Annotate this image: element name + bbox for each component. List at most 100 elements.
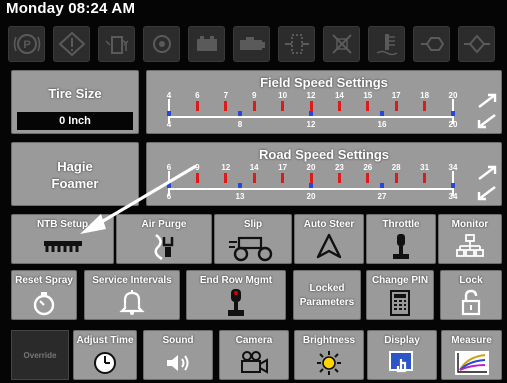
product-button[interactable]: Hagie Foamer — [11, 142, 139, 206]
speed-tick-blue — [309, 111, 313, 116]
speed-tick-blue — [309, 183, 313, 188]
speed-tick-red — [224, 101, 228, 111]
speed-bottom-label: 13 — [235, 192, 245, 201]
speed-tick-red — [366, 101, 370, 111]
end-row-mgmt-button[interactable]: End Row Mgmt — [186, 270, 286, 320]
video-camera-icon — [241, 351, 268, 374]
change-pin-button[interactable]: Change PIN — [366, 270, 434, 320]
touchscreen-icon — [389, 351, 413, 373]
speed-tick-red — [423, 173, 427, 183]
adjust-time-label: Adjust Time — [76, 335, 134, 346]
throttle-lever-icon — [393, 234, 409, 259]
display-label: Display — [384, 335, 420, 346]
transmission-icon — [413, 26, 450, 62]
speed-tick-red — [252, 173, 256, 183]
reset-spray-button[interactable]: Reset Spray — [11, 270, 77, 320]
auto-steer-icon — [316, 233, 342, 259]
speed-top-label: 4 — [166, 91, 172, 100]
tire-size-button[interactable]: Tire Size 0 Inch — [11, 70, 139, 134]
speed-top-label: 6 — [195, 91, 200, 100]
service-intervals-label: Service Intervals — [92, 275, 172, 286]
slip-button[interactable]: Slip — [214, 214, 292, 264]
auto-steer-button[interactable]: Auto Steer — [294, 214, 364, 264]
speed-tick-red — [366, 173, 370, 183]
speed-top-label: 15 — [363, 91, 373, 100]
locked-parameters-line1: Locked — [309, 283, 345, 294]
warning-icon — [53, 26, 90, 62]
speed-tick-red — [337, 173, 341, 183]
graph-icon — [454, 351, 489, 375]
speed-tick-blue — [238, 183, 242, 188]
speed-bottom-label: 4 — [166, 120, 172, 129]
field-speed-scale[interactable]: 4 6 7 9 10 12 14 15 17 18 20 4 8 12 16 20 — [147, 71, 503, 135]
field-speed-settings-panel[interactable]: Field Speed Settings 4 6 7 9 10 12 14 15 17 18 20 4… — [146, 70, 502, 134]
speed-tick-red — [309, 173, 313, 183]
brightness-button[interactable]: Brightness — [294, 330, 364, 380]
speed-bottom-label: 6 — [166, 192, 172, 201]
speed-top-label: 20 — [306, 163, 316, 172]
display-button[interactable]: Display — [367, 330, 437, 380]
speed-bottom-label: 16 — [377, 120, 387, 129]
sun-icon — [317, 351, 341, 375]
road-speed-settings-panel[interactable]: Road Speed Settings 6 9 12 14 17 20 23 26 28 31 34… — [146, 142, 502, 206]
speed-tick-red — [394, 101, 398, 111]
hydraulic-filter-icon — [278, 26, 315, 62]
camera-button[interactable]: Camera — [219, 330, 289, 380]
ntb-setup-button[interactable]: NTB Setup — [11, 214, 114, 264]
speed-top-label: 14 — [249, 163, 259, 172]
tire-size-value: 0 Inch — [17, 112, 133, 130]
boom-nozzle-icon — [43, 241, 82, 252]
speed-top-label: 10 — [278, 91, 288, 100]
alarm-indicator-row: P — [8, 26, 500, 62]
tire-size-label: Tire Size — [48, 86, 102, 101]
air-purge-icon — [154, 234, 174, 261]
speed-tick-blue — [167, 111, 171, 116]
coolant-temp-icon — [368, 26, 405, 62]
speed-top-label: 7 — [223, 91, 229, 100]
override-button[interactable]: Override — [11, 330, 69, 380]
speed-bottom-label: 20 — [306, 192, 316, 201]
parking-brake-icon: P — [8, 26, 45, 62]
speed-top-label: 17 — [278, 163, 288, 172]
service-intervals-button[interactable]: Service Intervals — [84, 270, 180, 320]
locked-parameters-line2: Parameters — [299, 297, 355, 308]
speed-top-label: 12 — [306, 91, 316, 100]
speed-top-label: 12 — [221, 163, 231, 172]
speed-top-label: 6 — [166, 163, 172, 172]
joystick-icon — [228, 289, 244, 316]
padlock-open-icon — [461, 289, 481, 316]
road-speed-scale[interactable]: 6 9 12 14 17 20 23 26 28 31 34 6 13 20 27 34 — [147, 143, 503, 207]
product-name-line1: Hagie — [57, 159, 93, 174]
sound-button[interactable]: Sound — [143, 330, 213, 380]
speed-tick-blue — [451, 111, 455, 116]
slip-label: Slip — [243, 219, 263, 230]
monitor-button[interactable]: Monitor — [438, 214, 502, 264]
network-icon — [456, 234, 484, 257]
end-row-mgmt-label: End Row Mgmt — [199, 275, 273, 286]
stopwatch-icon — [33, 292, 55, 316]
speed-top-label: 34 — [448, 163, 458, 172]
speed-tick-red — [309, 101, 313, 111]
locked-parameters-button[interactable]: Locked Parameters — [293, 270, 361, 320]
speed-bottom-label: 27 — [377, 192, 387, 201]
speed-tick-blue — [380, 111, 384, 116]
lock-button[interactable]: Lock — [440, 270, 502, 320]
throttle-label: Throttle — [382, 219, 420, 230]
speed-top-label: 14 — [334, 91, 344, 100]
speed-top-label: 26 — [363, 163, 373, 172]
tractor-slip-icon — [229, 236, 273, 262]
speed-tick-red — [337, 101, 341, 111]
speed-tick-red — [394, 173, 398, 183]
adjust-time-button[interactable]: Adjust Time — [73, 330, 137, 380]
speaker-icon — [167, 355, 189, 371]
throttle-button[interactable]: Throttle — [366, 214, 436, 264]
air-purge-button[interactable]: Air Purge — [116, 214, 212, 264]
date-time-header: Monday 08:24 AM — [6, 0, 136, 17]
fuel-level-icon — [98, 26, 135, 62]
speed-top-label: 23 — [334, 163, 344, 172]
speed-bottom-label: 12 — [306, 120, 316, 129]
reset-spray-label: Reset Spray — [15, 275, 73, 286]
speed-top-label: 31 — [420, 163, 430, 172]
measure-button[interactable]: Measure — [441, 330, 502, 380]
battery-icon — [188, 26, 225, 62]
